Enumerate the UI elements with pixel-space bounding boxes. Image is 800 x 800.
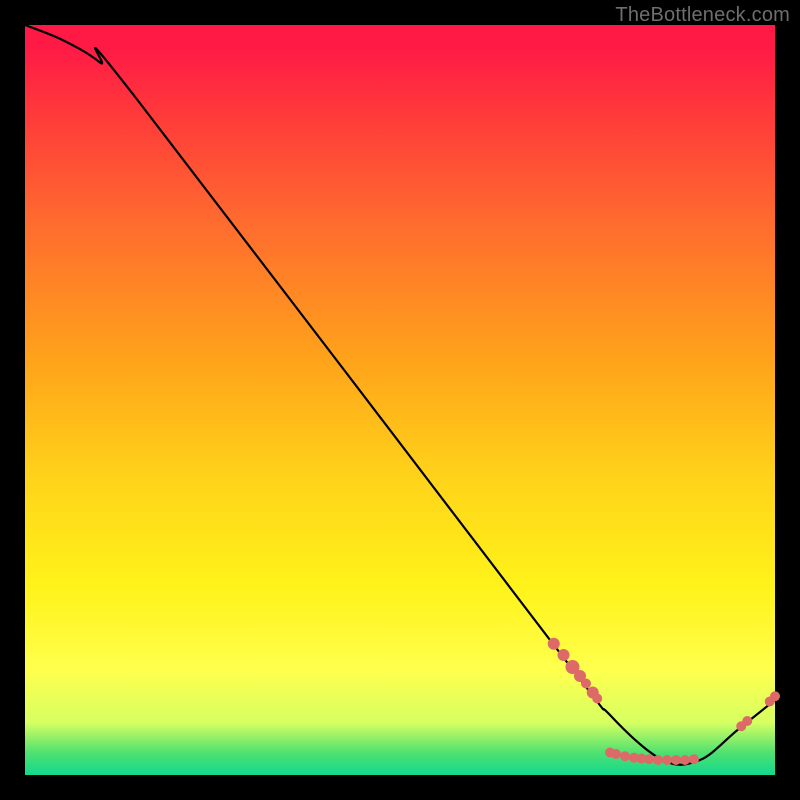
marker-group (548, 638, 780, 765)
chart-container: TheBottleneck.com (0, 0, 800, 800)
data-point (671, 755, 681, 765)
data-point (611, 749, 621, 759)
chart-overlay (25, 25, 775, 775)
credit-text: TheBottleneck.com (615, 4, 790, 27)
data-point (558, 649, 570, 661)
data-point (592, 694, 602, 704)
data-point (770, 691, 780, 701)
data-point (581, 679, 591, 689)
data-point (680, 755, 690, 765)
data-point (620, 751, 630, 761)
data-point (689, 754, 699, 764)
data-point (644, 754, 654, 764)
bottleneck-curve (25, 25, 775, 765)
data-point (548, 638, 560, 650)
plot-area (25, 25, 775, 775)
data-point (662, 755, 672, 765)
data-point (742, 716, 752, 726)
data-point (653, 755, 663, 765)
